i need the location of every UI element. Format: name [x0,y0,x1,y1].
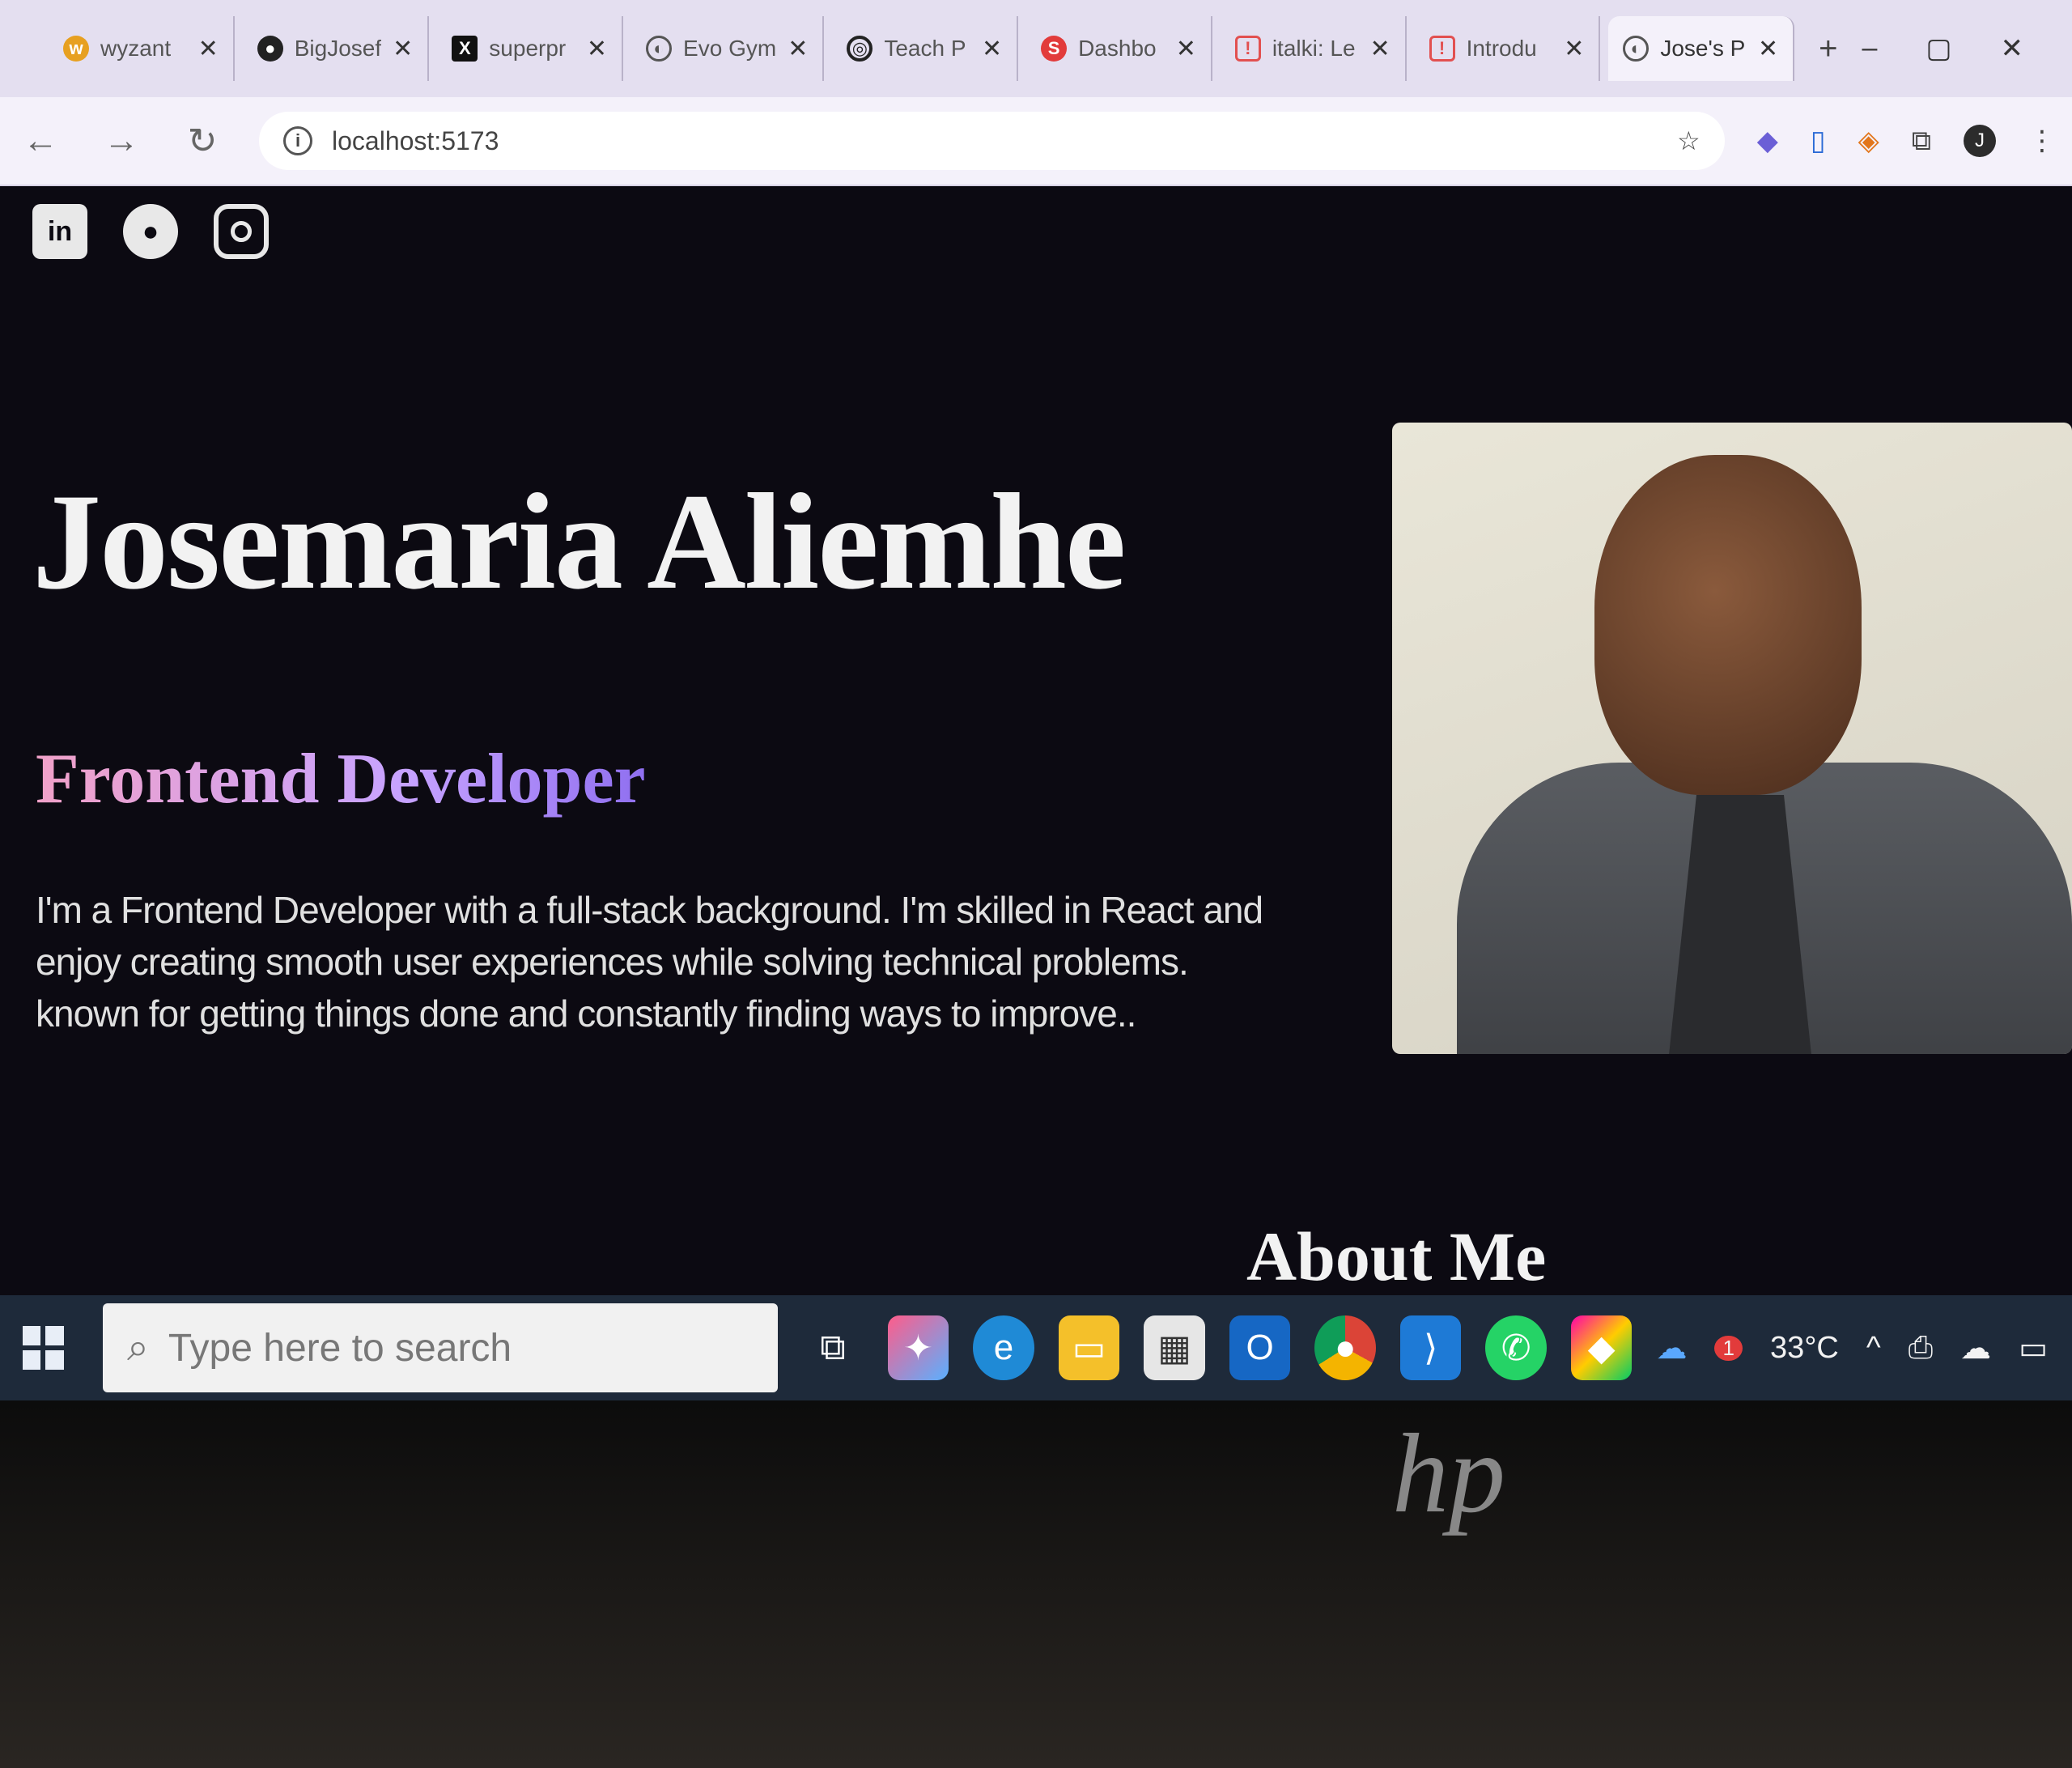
close-icon[interactable]: ✕ [982,35,1002,63]
extensions-area: ◆ ▯ ◈ ⧉ J ⋮ [1757,125,2056,157]
github-icon[interactable]: ● [123,204,178,259]
whatsapp-icon[interactable]: ✆ [1485,1315,1547,1380]
taskbar-search-box[interactable]: ⌕ Type here to search [102,1303,779,1392]
store-icon[interactable]: ▦ [1144,1315,1205,1380]
close-icon[interactable]: ✕ [788,35,808,63]
metamask-icon[interactable]: ◈ [1858,125,1879,157]
clipboard-extension-icon[interactable]: ▯ [1811,125,1826,157]
laptop-screen: w wyzant ✕ ● BigJosef ✕ X superpr ✕ ◐ Ev… [0,0,2072,1538]
profile-photo [1392,423,2072,1054]
social-links: in ● [32,204,269,259]
battery-icon[interactable]: ▭ [2019,1330,2048,1366]
linkedin-icon[interactable]: in [32,204,87,259]
tab-github[interactable]: ● BigJosef ✕ [243,16,430,81]
close-icon[interactable]: ✕ [198,35,219,63]
tab-title: Jose's P [1660,36,1746,61]
back-arrow-icon[interactable]: ← [16,121,65,161]
new-tab-button[interactable]: + [1802,31,1853,67]
reload-icon[interactable]: ↻ [178,121,227,162]
tab-title: italki: Le [1272,36,1356,61]
file-explorer-icon[interactable]: ▭ [1058,1315,1120,1380]
tab-teach[interactable]: ◎ Teach P ✕ [832,16,1019,81]
windows-start-icon[interactable] [8,1311,79,1384]
tab-italki[interactable]: ! italki: Le ✕ [1221,16,1407,81]
github-icon: ● [257,36,283,62]
close-icon[interactable]: ✕ [1564,35,1584,63]
italki-icon: ! [1234,36,1261,62]
italki-icon: ! [1429,36,1455,62]
tab-wyzant[interactable]: w wyzant ✕ [49,16,235,81]
hero-name: Josemaria Aliemhe [32,465,1126,618]
hero-role: Frontend Developer [36,740,646,818]
weather-icon[interactable]: ☁ [1656,1330,1687,1366]
forward-arrow-icon[interactable]: → [97,121,146,161]
outlook-icon[interactable]: O [1229,1315,1291,1380]
minimize-button[interactable]: – [1862,32,1877,65]
window-controls: – ▢ ✕ [1862,32,2072,65]
chevron-up-icon[interactable]: ^ [1866,1331,1881,1366]
extensions-puzzle-icon[interactable]: ⧉ [1912,125,1931,157]
tab-title: BigJosef [294,36,382,61]
onedrive-cloud-icon[interactable]: ☁ [1960,1330,1991,1366]
search-icon: ⌕ [126,1326,149,1369]
bookmark-star-icon[interactable]: ☆ [1677,125,1700,156]
laptop-bezel [0,1400,2072,1768]
x-icon: X [452,36,478,62]
vscode-icon[interactable]: ⟩ [1399,1315,1462,1380]
system-tray: ☁ 1 33°C ^ ⎙ ☁ ▭ [1656,1330,2072,1366]
maximize-button[interactable]: ▢ [1926,32,1951,65]
tab-x[interactable]: X superpr ✕ [437,16,624,81]
info-icon[interactable]: i [283,126,312,155]
close-icon[interactable]: ✕ [1369,35,1390,63]
edge-icon[interactable]: e [973,1315,1034,1380]
profile-avatar[interactable]: J [1964,125,1996,157]
windows-taskbar: ⌕ Type here to search ⧉ ✦ e ▭ ▦ O ● ⟩ ✆ … [0,1295,2072,1400]
globe-icon: ◐ [646,36,673,62]
weather-badge: 1 [1714,1335,1743,1361]
tab-title: superpr [489,36,567,61]
globe-icon: ◐ [1623,36,1650,62]
tab-title: Evo Gym [683,36,777,61]
menu-dots-icon[interactable]: ⋮ [2028,125,2056,157]
chrome-icon[interactable]: ● [1314,1315,1376,1380]
task-view-icon[interactable]: ⧉ [802,1315,864,1380]
about-heading: About Me [1246,1218,1547,1295]
wyzant-icon: w [63,36,89,62]
tab-title: Teach P [884,36,966,61]
close-icon[interactable]: ✕ [1176,35,1196,63]
weather-temp[interactable]: 33°C [1770,1331,1839,1366]
tab-title: Introdu [1466,36,1537,61]
browser-toolbar: ← → ↻ i localhost:5173 ☆ ◆ ▯ ◈ ⧉ J ⋮ [0,97,2072,186]
photo-head [1594,455,1862,795]
tab-dashboard[interactable]: S Dashbo ✕ [1026,16,1212,81]
copilot-icon[interactable]: ✦ [887,1315,949,1380]
address-bar[interactable]: i localhost:5173 ☆ [259,112,1725,170]
close-window-button[interactable]: ✕ [2001,32,2024,65]
tab-intro[interactable]: ! Introdu ✕ [1415,16,1601,81]
portfolio-page: in ● Josemaria Aliemhe Frontend Develope… [0,188,2072,1321]
close-icon[interactable]: ✕ [1758,35,1778,63]
red-circle-icon: S [1041,36,1068,62]
search-placeholder: Type here to search [168,1326,512,1370]
target-icon: ◎ [847,36,873,62]
app-icon[interactable]: ◆ [1570,1315,1633,1380]
tab-title: wyzant [100,36,172,61]
close-icon[interactable]: ✕ [393,35,413,63]
extension-icon[interactable]: ◆ [1757,125,1778,157]
browser-tab-strip: w wyzant ✕ ● BigJosef ✕ X superpr ✕ ◐ Ev… [0,0,2072,97]
close-icon[interactable]: ✕ [587,35,607,63]
hero-bio: I'm a Frontend Developer with a full-sta… [36,889,1263,1035]
url-text: localhost:5173 [332,125,499,155]
tab-evo-gym[interactable]: ◐ Evo Gym ✕ [631,16,825,81]
instagram-icon[interactable] [214,204,269,259]
tab-joses-portfolio[interactable]: ◐ Jose's P ✕ [1608,16,1795,81]
tab-title: Dashbo [1078,36,1157,61]
meet-now-icon[interactable]: ⎙ [1909,1331,1933,1366]
hp-logo: hp [1392,1411,1505,1536]
